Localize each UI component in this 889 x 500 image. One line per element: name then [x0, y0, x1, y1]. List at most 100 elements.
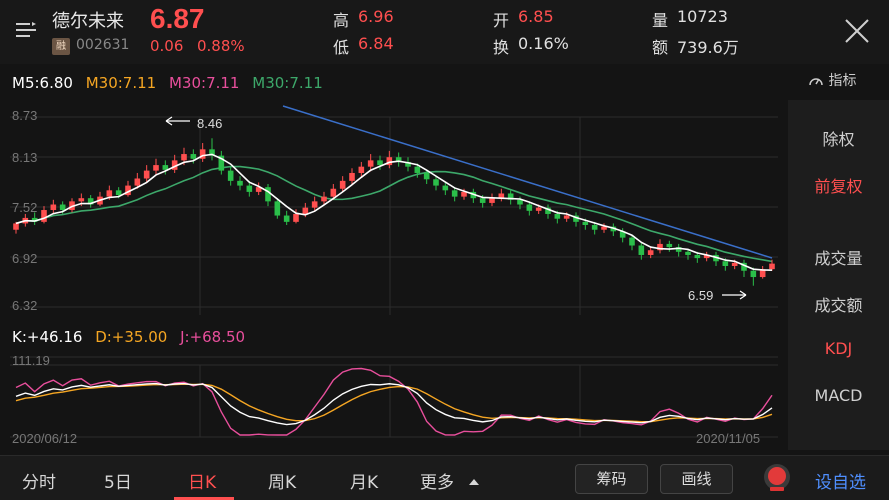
candle-body — [115, 190, 122, 196]
draw-line-button[interactable]: 画线 — [660, 464, 733, 494]
candle-body — [162, 165, 169, 170]
record-icon[interactable] — [761, 462, 793, 494]
kdj-d-line — [15, 383, 773, 423]
ma30-orange-label: M30:7.11 — [85, 74, 157, 92]
candle-body — [153, 165, 159, 171]
candle-body — [358, 166, 365, 173]
candle-body — [330, 188, 337, 197]
candle-body — [283, 215, 290, 222]
ma30-pink-label: M30:7.11 — [168, 74, 240, 92]
candle-body — [433, 179, 439, 186]
low-label: 低 — [333, 38, 350, 57]
ma5-label: M5:6.80 — [12, 74, 73, 92]
candle-body — [582, 221, 589, 226]
candle-body — [694, 254, 701, 259]
candle-body — [423, 172, 430, 180]
chips-button[interactable]: 筹码 — [575, 464, 648, 494]
tab-intraday[interactable]: 分时 — [22, 468, 56, 493]
candle-body — [750, 270, 757, 278]
candle-body — [78, 198, 85, 202]
high-label: 高 — [333, 11, 350, 30]
high-marker-label: 8.46 — [197, 116, 222, 131]
candle-body — [414, 166, 421, 173]
open-value: 6.85 — [518, 7, 554, 26]
candle-body — [451, 190, 458, 197]
candle-body — [629, 237, 635, 246]
margin-badge: 融 — [52, 38, 70, 55]
bottom-toolbar: 分时 5日 日K 周K 月K 更多 筹码 画线 设自选 — [0, 455, 889, 500]
amount-value: 739.6万 — [677, 38, 739, 57]
y-tick: 7.52 — [12, 200, 37, 215]
stock-name: 德尔未来 — [52, 11, 124, 32]
candle-body — [321, 196, 327, 202]
volume-option[interactable]: 成交量 — [788, 245, 889, 269]
price-grid — [10, 116, 778, 438]
kdj-j-label: J:+68.50 — [180, 328, 246, 346]
menu-icon[interactable] — [14, 20, 38, 40]
candle-body — [526, 204, 533, 211]
ma30-green-label: M30:7.11 — [252, 74, 323, 92]
add-watchlist-button[interactable]: 设自选 — [815, 468, 866, 493]
turnover-label: 换 — [493, 38, 510, 57]
candle-body — [638, 245, 645, 255]
candle-body — [237, 180, 243, 186]
x-end-date: 2020/11/05 — [696, 431, 760, 446]
volume-value: 10723 — [677, 7, 728, 26]
ex-rights-option[interactable]: 除权 — [788, 126, 889, 150]
kline-chart[interactable]: 8.73 8.13 7.52 6.92 6.32 8.46 6.59 111.1… — [0, 100, 788, 450]
ma5-line — [15, 153, 773, 271]
candle-body — [769, 263, 775, 270]
tab-weekly-k[interactable]: 周K — [268, 468, 296, 493]
tab-5day[interactable]: 5日 — [104, 468, 132, 493]
candles — [13, 138, 775, 286]
y-tick: 6.92 — [12, 251, 37, 266]
low-marker: 6.59 — [688, 288, 747, 303]
stock-code: 002631 — [76, 37, 130, 53]
tab-more[interactable]: 更多 — [420, 468, 481, 493]
kdj-lines — [15, 367, 773, 436]
candle-body — [293, 213, 299, 222]
candle-body — [563, 215, 570, 219]
y-tick: 6.32 — [12, 298, 37, 313]
kdj-option[interactable]: KDJ — [788, 339, 889, 358]
candle-body — [554, 213, 561, 219]
candle-body — [274, 201, 281, 216]
candle-body — [106, 190, 113, 197]
candle-body — [134, 178, 141, 186]
candle-body — [302, 207, 309, 214]
kdj-legend: K:+46.16 D:+35.00 J:+68.50 — [12, 328, 245, 346]
close-icon[interactable] — [844, 18, 870, 44]
low-value: 6.84 — [358, 34, 394, 53]
kdj-d-label: D:+35.00 — [95, 328, 168, 346]
turnover-amount-option[interactable]: 成交额 — [788, 292, 889, 316]
y-tick: 8.13 — [12, 150, 37, 165]
macd-option[interactable]: MACD — [788, 386, 889, 405]
tab-daily-k[interactable]: 日K — [188, 468, 216, 493]
candle-body — [367, 160, 374, 167]
candle-body — [227, 170, 234, 181]
forward-adjusted-option[interactable]: 前复权 — [788, 173, 889, 197]
candle-body — [685, 251, 691, 255]
candle-body — [666, 243, 673, 248]
tab-monthly-k[interactable]: 月K — [350, 468, 378, 493]
candle-body — [647, 250, 654, 255]
indicator-button[interactable]: 指标 — [808, 70, 856, 90]
open-label: 开 — [493, 11, 510, 30]
chart-options-panel: 除权 前复权 成交量 成交额 KDJ MACD — [788, 100, 889, 450]
candle-body — [311, 201, 318, 208]
price-change: 0.06 — [150, 37, 184, 55]
x-start-date: 2020/06/12 — [12, 431, 77, 446]
candle-body — [535, 207, 542, 211]
current-price: 6.87 — [150, 3, 205, 34]
candle-body — [722, 261, 729, 267]
kdj-k-label: K:+46.16 — [12, 328, 83, 346]
candle-body — [731, 262, 738, 267]
candle-body — [265, 187, 271, 202]
price-change-pct: 0.88% — [197, 37, 245, 55]
candle-body — [190, 154, 197, 159]
candle-body — [591, 225, 598, 230]
candle-body — [59, 204, 66, 211]
candle-body — [181, 154, 187, 161]
kdj-k-line — [15, 382, 773, 426]
candle-body — [442, 185, 449, 191]
